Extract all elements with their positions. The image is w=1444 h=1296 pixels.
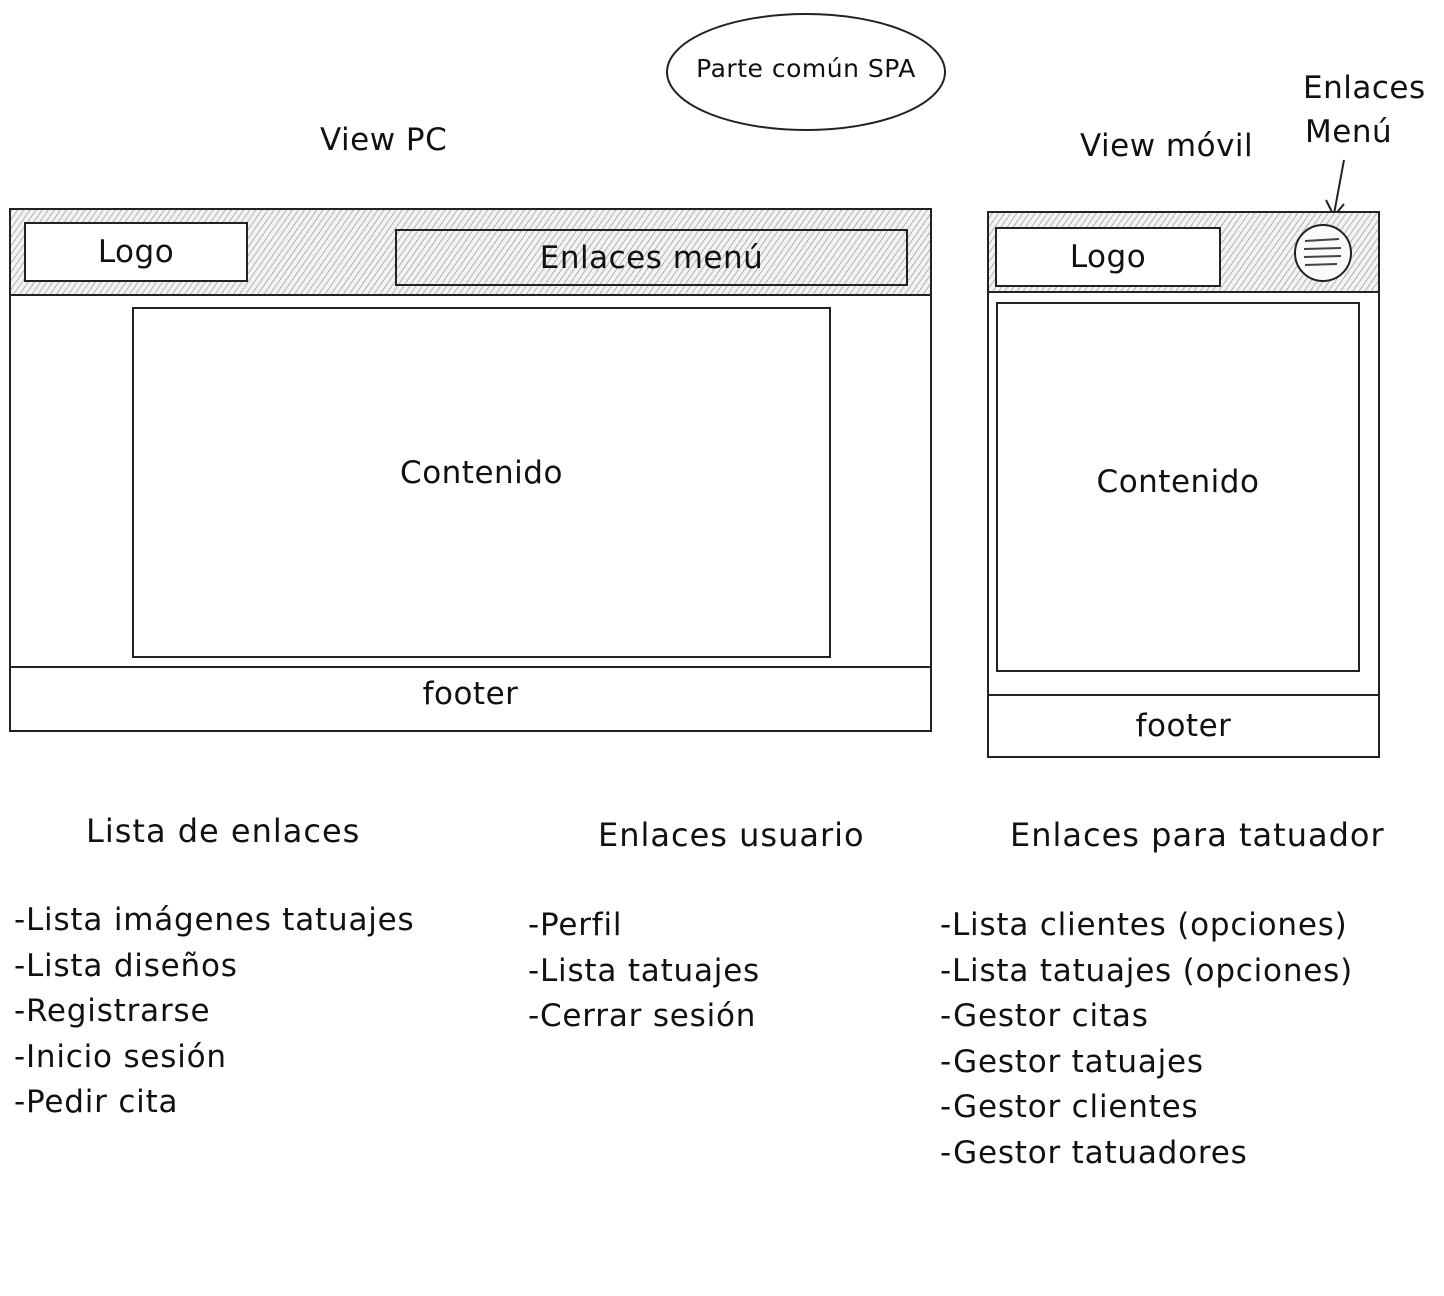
list-item: -Perfil xyxy=(528,907,623,943)
pc-menu-links[interactable]: Enlaces menú xyxy=(395,229,908,286)
general-links-list: -Lista imágenes tatuajes -Lista diseños … xyxy=(14,898,415,1126)
mobile-logo-label: Logo xyxy=(1069,239,1147,275)
mobile-view-title: View móvil xyxy=(1080,128,1254,164)
menu-annotation-line1: Enlaces xyxy=(1303,70,1426,106)
pc-view-title: View PC xyxy=(320,122,448,158)
list-item: -Gestor tatuadores xyxy=(940,1134,1248,1171)
pc-menu-label: Enlaces menú xyxy=(539,239,764,276)
mobile-footer-label: footer xyxy=(1135,708,1232,744)
list-item: -Cerrar sesión xyxy=(528,998,757,1034)
list-item: -Inicio sesión xyxy=(14,1038,227,1075)
user-links-heading: Enlaces usuario xyxy=(598,816,865,854)
pc-footer: footer xyxy=(9,666,932,732)
mobile-content-label: Contenido xyxy=(1096,464,1260,500)
general-links-heading: Lista de enlaces xyxy=(86,812,361,850)
mobile-content-area: Contenido xyxy=(996,302,1360,672)
pc-logo-box[interactable]: Logo xyxy=(24,222,248,282)
hamburger-icon[interactable] xyxy=(1291,224,1355,282)
list-item: -Gestor tatuajes xyxy=(940,1043,1204,1080)
list-item: -Gestor citas xyxy=(940,998,1149,1034)
list-item: -Pedir cita xyxy=(14,1084,179,1120)
pc-logo-label: Logo xyxy=(97,234,175,270)
mobile-logo-box[interactable]: Logo xyxy=(995,227,1221,287)
list-item: -Gestor clientes xyxy=(940,1089,1199,1125)
list-item: -Lista tatuajes xyxy=(528,952,761,989)
list-item: -Lista diseños xyxy=(14,947,238,984)
list-item: -Registrarse xyxy=(14,993,211,1029)
common-part-label: Parte común SPA xyxy=(696,53,916,83)
mobile-footer: footer xyxy=(987,694,1380,758)
tattooist-links-list: -Lista clientes (opciones) -Lista tatuaj… xyxy=(940,903,1353,1176)
list-item: -Lista tatuajes (opciones) xyxy=(940,952,1353,989)
user-links-list: -Perfil -Lista tatuajes -Cerrar sesión xyxy=(528,903,760,1040)
list-item: -Lista clientes (opciones) xyxy=(940,907,1348,943)
menu-annotation-line2: Menú xyxy=(1305,114,1393,150)
tattooist-links-heading: Enlaces para tatuador xyxy=(1010,816,1385,854)
list-item: -Lista imágenes tatuajes xyxy=(14,902,415,938)
pc-content-area: Contenido xyxy=(132,307,831,658)
pc-content-label: Contenido xyxy=(400,454,563,491)
pc-footer-label: footer xyxy=(422,676,519,712)
